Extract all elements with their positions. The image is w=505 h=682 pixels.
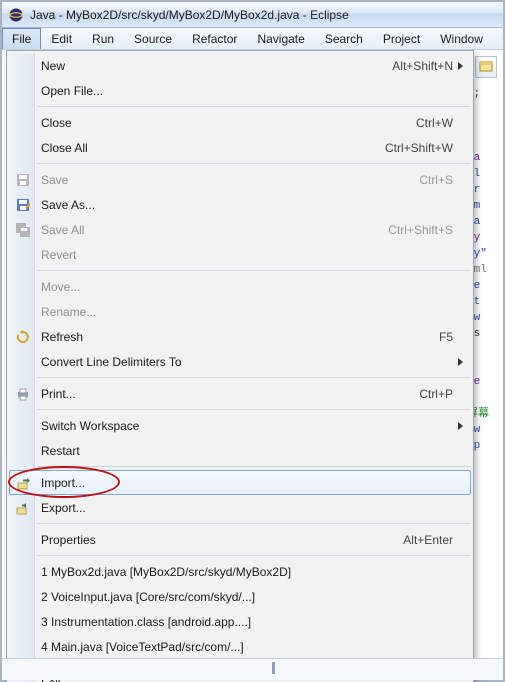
menu-item-shortcut: Ctrl+P	[419, 387, 471, 401]
menu-item-label: 4 Main.java [VoiceTextPad/src/com/...]	[41, 640, 471, 654]
menu-navigate[interactable]: Navigate	[247, 28, 314, 49]
menu-item-label: Save All	[41, 223, 388, 237]
eclipse-icon	[8, 7, 24, 23]
menu-item-open-file[interactable]: Open File...	[9, 78, 471, 103]
menu-item-switch-workspace[interactable]: Switch Workspace	[9, 413, 471, 438]
menu-item-shortcut: Ctrl+Shift+S	[388, 223, 471, 237]
menu-item-convert-line-delim[interactable]: Convert Line Delimiters To	[9, 349, 471, 374]
menu-item-label: Save	[41, 173, 419, 187]
menu-item-label: Convert Line Delimiters To	[41, 355, 471, 369]
eclipse-window: Java - MyBox2D/src/skyd/MyBox2D/MyBox2d.…	[0, 0, 505, 682]
menu-separator	[38, 552, 471, 559]
file-dropdown-menu: NewAlt+Shift+NOpen File...CloseCtrl+WClo…	[6, 50, 474, 682]
menu-item-move[interactable]: Move...	[9, 274, 471, 299]
menu-item-save-as[interactable]: Save As...	[9, 192, 471, 217]
menu-item-shortcut: Ctrl+Shift+W	[385, 141, 471, 155]
menu-separator	[38, 160, 471, 167]
menu-item-label: Revert	[41, 248, 471, 262]
menu-item-label: Close	[41, 116, 416, 130]
menu-item-recent-4[interactable]: 4 Main.java [VoiceTextPad/src/com/...]	[9, 634, 471, 659]
save-all-icon	[15, 222, 31, 238]
menu-item-label: 3 Instrumentation.class [android.app....…	[41, 615, 471, 629]
menu-item-label: Print...	[41, 387, 419, 401]
menu-separator	[38, 406, 471, 413]
menu-separator	[38, 374, 471, 381]
menu-refactor[interactable]: Refactor	[182, 28, 247, 49]
menu-item-label: Move...	[41, 280, 471, 294]
save-as-icon	[15, 197, 31, 213]
menu-item-label: Import...	[41, 476, 470, 490]
menu-separator	[38, 463, 471, 470]
menu-separator	[38, 520, 471, 527]
splitter-handle[interactable]	[272, 662, 275, 674]
submenu-arrow-icon	[458, 422, 463, 430]
menu-item-recent-2[interactable]: 2 VoiceInput.java [Core/src/com/skyd/...…	[9, 584, 471, 609]
package-icon	[479, 59, 493, 76]
menu-item-shortcut: Ctrl+W	[416, 116, 471, 130]
menu-item-properties[interactable]: PropertiesAlt+Enter	[9, 527, 471, 552]
menu-item-label: Switch Workspace	[41, 419, 471, 433]
menu-item-rename[interactable]: Rename...	[9, 299, 471, 324]
menu-project[interactable]: Project	[373, 28, 430, 49]
menu-item-label: 2 VoiceInput.java [Core/src/com/skyd/...…	[41, 590, 471, 604]
menu-item-label: Save As...	[41, 198, 471, 212]
menu-item-label: Restart	[41, 444, 471, 458]
submenu-arrow-icon	[458, 62, 463, 70]
menu-item-recent-3[interactable]: 3 Instrumentation.class [android.app....…	[9, 609, 471, 634]
status-area	[2, 658, 503, 680]
export-icon	[15, 500, 31, 516]
menu-item-print[interactable]: Print...Ctrl+P	[9, 381, 471, 406]
save-icon	[15, 172, 31, 188]
menu-item-recent-1[interactable]: 1 MyBox2d.java [MyBox2D/src/skyd/MyBox2D…	[9, 559, 471, 584]
menu-item-label: Refresh	[41, 330, 439, 344]
menu-item-shortcut: Alt+Enter	[403, 533, 471, 547]
menu-window[interactable]: Window	[430, 28, 493, 49]
submenu-arrow-icon	[458, 358, 463, 366]
menu-item-label: Rename...	[41, 305, 471, 319]
menu-search[interactable]: Search	[315, 28, 373, 49]
menu-source[interactable]: Source	[124, 28, 182, 49]
menubar: File Edit Run Source Refactor Navigate S…	[2, 28, 503, 50]
menu-item-export[interactable]: Export...	[9, 495, 471, 520]
menu-file[interactable]: File	[2, 28, 41, 49]
menu-separator	[38, 267, 471, 274]
menu-item-close[interactable]: CloseCtrl+W	[9, 110, 471, 135]
menu-item-restart[interactable]: Restart	[9, 438, 471, 463]
editor-area: D; ta rl or im ra dy my" ml re at ow .s …	[2, 50, 503, 680]
menu-item-label: Properties	[41, 533, 403, 547]
menu-item-label: Open File...	[41, 84, 471, 98]
menu-item-save[interactable]: SaveCtrl+S	[9, 167, 471, 192]
refresh-icon	[15, 329, 31, 345]
menu-item-shortcut: Ctrl+S	[419, 173, 471, 187]
menu-item-label: New	[41, 59, 392, 73]
menu-item-label: 1 MyBox2d.java [MyBox2D/src/skyd/MyBox2D…	[41, 565, 471, 579]
menu-item-new[interactable]: NewAlt+Shift+N	[9, 53, 471, 78]
menu-separator	[38, 103, 471, 110]
import-icon	[16, 475, 32, 491]
menu-edit[interactable]: Edit	[41, 28, 82, 49]
titlebar[interactable]: Java - MyBox2D/src/skyd/MyBox2D/MyBox2d.…	[2, 2, 503, 28]
window-title: Java - MyBox2D/src/skyd/MyBox2D/MyBox2d.…	[30, 8, 349, 22]
toolbar-button[interactable]	[475, 56, 497, 78]
print-icon	[15, 386, 31, 402]
menu-run[interactable]: Run	[82, 28, 124, 49]
menu-item-label: Close All	[41, 141, 385, 155]
menu-item-shortcut: F5	[439, 330, 471, 344]
menu-item-close-all[interactable]: Close AllCtrl+Shift+W	[9, 135, 471, 160]
menu-item-revert[interactable]: Revert	[9, 242, 471, 267]
menu-item-refresh[interactable]: RefreshF5	[9, 324, 471, 349]
menu-item-label: Export...	[41, 501, 471, 515]
menu-item-import[interactable]: Import...	[9, 470, 471, 495]
menu-item-save-all[interactable]: Save AllCtrl+Shift+S	[9, 217, 471, 242]
